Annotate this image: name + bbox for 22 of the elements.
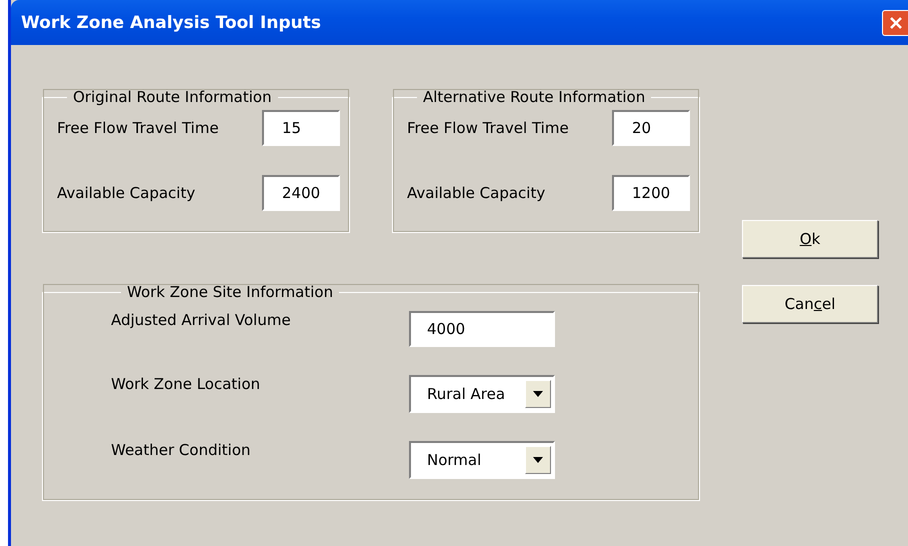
close-button[interactable] (882, 10, 908, 36)
group-title: Work Zone Site Information (126, 283, 334, 301)
group-title: Original Route Information (72, 88, 273, 106)
input-field[interactable]: 4000 (409, 311, 555, 347)
dialog-button[interactable]: Cancel (742, 285, 878, 323)
window-title: Work Zone Analysis Tool Inputs (21, 12, 321, 32)
dropdown[interactable]: Normal (409, 441, 555, 479)
dialog-button[interactable]: Ok (742, 220, 878, 258)
field-label: Work Zone Location (111, 375, 260, 393)
input-field[interactable]: 20 (612, 110, 690, 146)
close-icon (888, 14, 904, 30)
field-label: Free Flow Travel Time (407, 119, 569, 137)
input-field[interactable]: 15 (262, 110, 340, 146)
input-field[interactable]: 2400 (262, 175, 340, 211)
input-field[interactable]: 1200 (612, 175, 690, 211)
field-label: Free Flow Travel Time (57, 119, 219, 137)
field-label: Available Capacity (57, 184, 196, 202)
dropdown[interactable]: Rural Area (409, 375, 555, 413)
group-title: Alternative Route Information (422, 88, 646, 106)
field-label: Weather Condition (111, 441, 251, 459)
field-label: Available Capacity (407, 184, 546, 202)
field-label: Adjusted Arrival Volume (111, 311, 291, 329)
